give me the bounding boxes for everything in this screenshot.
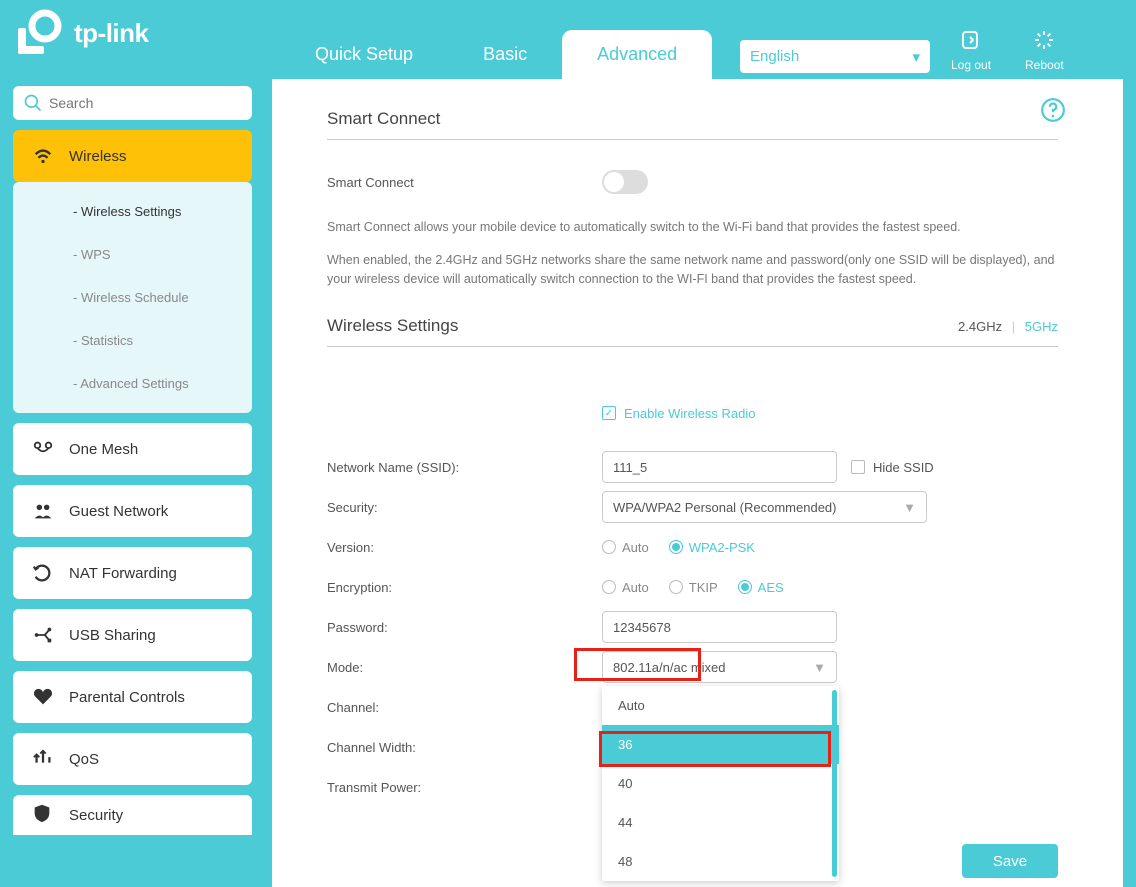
channel-option-44[interactable]: 44 [602, 803, 839, 842]
subitem-statistics[interactable]: - Statistics [13, 319, 252, 362]
tx-power-label: Transmit Power: [327, 780, 602, 795]
enc-aes-radio[interactable]: AES [738, 580, 784, 595]
enc-tkip-radio[interactable]: TKIP [669, 580, 718, 595]
caret-down-icon: ▼ [813, 660, 826, 675]
smart-connect-label: Smart Connect [327, 175, 602, 190]
chevron-down-icon: ▾ [912, 48, 920, 66]
channel-option-auto[interactable]: Auto [602, 686, 839, 725]
band-tab-5[interactable]: 5GHz [1025, 319, 1058, 334]
language-value: English [750, 48, 799, 65]
mesh-icon [31, 437, 55, 461]
password-input[interactable] [602, 611, 837, 643]
password-label: Password: [327, 620, 602, 635]
smart-connect-help1: Smart Connect allows your mobile device … [327, 218, 1058, 237]
logout-button[interactable]: Log out [951, 28, 991, 72]
subitem-wps[interactable]: - WPS [13, 233, 252, 276]
ssid-input[interactable] [602, 451, 837, 483]
channel-option-40[interactable]: 40 [602, 764, 839, 803]
tab-basic[interactable]: Basic [448, 30, 562, 79]
tab-advanced[interactable]: Advanced [562, 30, 712, 79]
brand-logo: tp-link [14, 8, 149, 58]
reboot-button[interactable]: Reboot [1025, 28, 1064, 72]
hide-ssid-checkbox[interactable]: Hide SSID [851, 460, 934, 475]
caret-down-icon: ▼ [903, 500, 916, 515]
channel-option-36[interactable]: 36 [602, 725, 839, 764]
sidebar-item-usb[interactable]: USB Sharing [13, 609, 252, 661]
smart-connect-help2: When enabled, the 2.4GHz and 5GHz networ… [327, 251, 1058, 289]
checkbox-empty-icon [851, 460, 865, 474]
sidebar-item-qos[interactable]: QoS [13, 733, 252, 785]
security-label: Security: [327, 500, 602, 515]
section-wireless-title: Wireless Settings 2.4GHz | 5GHz [327, 316, 1058, 347]
channel-width-label: Channel Width: [327, 740, 602, 755]
enable-wireless-checkbox[interactable]: ✓ Enable Wireless Radio [602, 406, 756, 421]
reboot-icon [1025, 28, 1064, 54]
sidebar-item-wireless[interactable]: Wireless [13, 130, 252, 182]
search-box[interactable] [13, 86, 252, 120]
tab-quick-setup[interactable]: Quick Setup [280, 30, 448, 79]
section-smart-connect-title: Smart Connect [327, 109, 1058, 140]
language-select[interactable]: English ▾ [740, 40, 930, 73]
main-panel: Smart Connect Smart Connect Smart Connec… [272, 79, 1123, 887]
sidebar-item-guest[interactable]: Guest Network [13, 485, 252, 537]
qos-icon [31, 747, 55, 771]
sidebar-item-nat[interactable]: NAT Forwarding [13, 547, 252, 599]
ssid-label: Network Name (SSID): [327, 460, 602, 475]
version-auto-radio[interactable]: Auto [602, 540, 649, 555]
usb-icon [31, 623, 55, 647]
save-button[interactable]: Save [962, 844, 1058, 878]
channel-dropdown[interactable]: Auto 36 40 44 48 [602, 686, 839, 881]
security-select[interactable]: WPA/WPA2 Personal (Recommended) ▼ [602, 491, 927, 523]
tplink-logo-icon [14, 8, 64, 58]
checkbox-checked-icon: ✓ [602, 406, 616, 420]
heart-icon [31, 685, 55, 709]
search-input[interactable] [49, 95, 242, 111]
shield-icon [31, 802, 55, 828]
brand-text: tp-link [74, 18, 149, 49]
version-wpa2-radio[interactable]: WPA2-PSK [669, 540, 755, 555]
help-icon[interactable] [1040, 97, 1066, 123]
wifi-icon [31, 144, 55, 168]
band-tab-24[interactable]: 2.4GHz [958, 319, 1002, 334]
sidebar: Wireless - Wireless Settings - WPS - Wir… [13, 130, 252, 835]
channel-option-48[interactable]: 48 [602, 842, 839, 881]
dropdown-scrollbar[interactable] [832, 690, 837, 877]
enc-auto-radio[interactable]: Auto [602, 580, 649, 595]
subitem-wireless-settings[interactable]: - Wireless Settings [13, 190, 252, 233]
version-label: Version: [327, 540, 602, 555]
sidebar-item-onemesh[interactable]: One Mesh [13, 423, 252, 475]
search-icon [23, 93, 43, 113]
wireless-submenu: - Wireless Settings - WPS - Wireless Sch… [13, 182, 252, 413]
logout-icon [951, 28, 991, 54]
mode-select[interactable]: 802.11a/n/ac mixed ▼ [602, 651, 837, 683]
mode-label: Mode: [327, 660, 602, 675]
sidebar-item-parental[interactable]: Parental Controls [13, 671, 252, 723]
nat-icon [31, 561, 55, 585]
subitem-advanced-settings[interactable]: - Advanced Settings [13, 362, 252, 405]
sidebar-item-security[interactable]: Security [13, 795, 252, 835]
encryption-label: Encryption: [327, 580, 602, 595]
channel-label: Channel: [327, 700, 602, 715]
smart-connect-toggle[interactable] [602, 170, 648, 194]
guest-icon [31, 499, 55, 523]
subitem-wireless-schedule[interactable]: - Wireless Schedule [13, 276, 252, 319]
